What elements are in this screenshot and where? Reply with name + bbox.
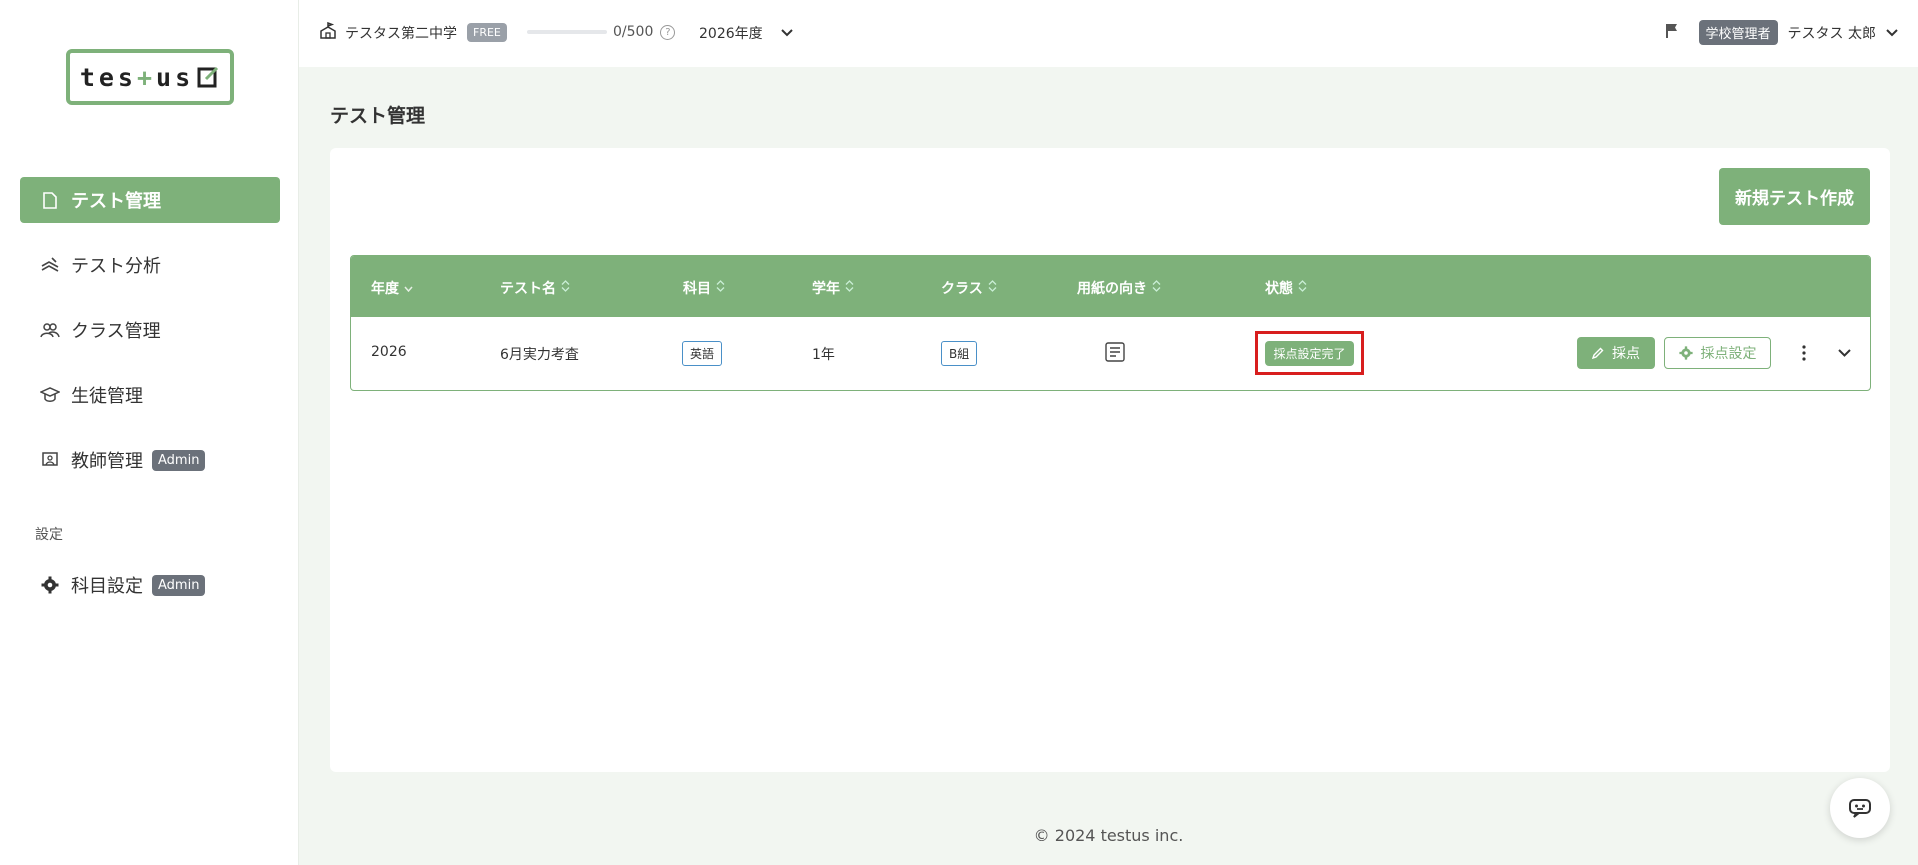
- column-label: クラス: [941, 281, 983, 297]
- cell-test-name: 6月実力考査: [500, 347, 579, 363]
- graduation-cap-icon: [40, 385, 60, 405]
- class-tag: B組: [941, 341, 978, 366]
- cell-year: 2026: [371, 344, 407, 360]
- document-icon: [40, 190, 60, 210]
- sort-icon: [845, 280, 854, 296]
- admin-badge: Admin: [152, 449, 206, 471]
- sidebar-item-test-management[interactable]: テスト管理: [20, 177, 280, 223]
- school-info: テスタス第二中学 FREE: [319, 21, 507, 43]
- gear-icon: [1678, 346, 1693, 360]
- test-table: 年度 テスト名 科目 学年 クラス 用紙の向き 状態 2026 6月実力考査 英…: [350, 255, 1871, 391]
- chevron-down-icon[interactable]: [1886, 25, 1898, 41]
- sidebar-item-student-management[interactable]: 生徒管理: [20, 372, 280, 418]
- column-label: 科目: [683, 281, 711, 297]
- logo-text-left: tes: [79, 62, 137, 92]
- column-header-status[interactable]: 状態: [1265, 278, 1307, 298]
- sidebar-item-label: 科目設定: [71, 576, 143, 597]
- column-label: 用紙の向き: [1077, 281, 1147, 297]
- table-header: 年度 テスト名 科目 学年 クラス 用紙の向き 状態: [351, 256, 1870, 317]
- year-select[interactable]: 2026年度: [699, 23, 793, 43]
- chat-support-button[interactable]: [1830, 778, 1890, 838]
- school-name: テスタス第二中学: [345, 25, 457, 42]
- column-label: 状態: [1265, 281, 1293, 297]
- column-header-class[interactable]: クラス: [941, 278, 997, 298]
- sidebar: tes + us テスト管理 テスト分析 クラス管理 生徒管理 教師管理 Admin…: [0, 0, 299, 865]
- status-badge: 採点設定完了: [1265, 340, 1354, 366]
- gear-icon: [40, 575, 60, 595]
- new-test-button[interactable]: 新規テスト作成: [1719, 168, 1870, 225]
- grading-settings-button[interactable]: 採点設定: [1664, 337, 1771, 369]
- column-label: 年度: [371, 281, 399, 297]
- sidebar-item-label: テスト分析: [71, 256, 161, 277]
- sidebar-item-class-management[interactable]: クラス管理: [20, 307, 280, 353]
- flag-icon[interactable]: [1665, 23, 1679, 43]
- column-header-grade[interactable]: 学年: [812, 278, 854, 298]
- usage-bar: [527, 30, 607, 34]
- school-icon: [319, 21, 337, 43]
- content-card: [330, 148, 1890, 772]
- portrait-paper-icon: [1105, 342, 1125, 362]
- sidebar-item-label: テスト管理: [71, 191, 161, 212]
- header-user-area: 学校管理者 テスタス 太郎: [1665, 20, 1898, 45]
- sort-desc-icon: [404, 280, 413, 296]
- usage-count: 0/500: [613, 24, 654, 40]
- help-icon[interactable]: ?: [660, 24, 676, 40]
- plan-badge: FREE: [467, 23, 507, 42]
- cell-subject: 英語: [682, 341, 723, 366]
- year-select-value: 2026年度: [699, 26, 763, 42]
- column-header-orientation[interactable]: 用紙の向き: [1077, 278, 1161, 298]
- cell-class: B組: [941, 341, 978, 366]
- pencil-icon: [1592, 347, 1604, 359]
- admin-badge: Admin: [152, 574, 206, 596]
- user-name[interactable]: テスタス 太郎: [1788, 23, 1876, 43]
- usage-meter: 0/500 ?: [527, 24, 676, 40]
- sidebar-item-teacher-management[interactable]: 教師管理 Admin: [20, 437, 280, 483]
- role-badge: 学校管理者: [1698, 20, 1778, 45]
- sidebar-item-label: 生徒管理: [71, 386, 143, 407]
- chat-bot-icon: [1849, 799, 1871, 818]
- column-label: 学年: [812, 281, 840, 297]
- sidebar-item-label: 教師管理: [71, 451, 143, 472]
- teacher-board-icon: [40, 450, 60, 470]
- column-header-subject[interactable]: 科目: [683, 278, 725, 298]
- sort-icon: [1152, 280, 1161, 296]
- column-header-test-name[interactable]: テスト名: [500, 278, 570, 298]
- logo-text-right: us: [156, 62, 195, 92]
- column-header-year[interactable]: 年度: [371, 278, 413, 298]
- logo-edit-icon: [197, 66, 219, 88]
- status-highlight: 採点設定完了: [1255, 331, 1364, 375]
- sort-icon: [716, 280, 725, 296]
- footer-copyright: © 2024 testus inc.: [1033, 826, 1184, 845]
- sidebar-item-label: クラス管理: [71, 321, 161, 342]
- settings-section-label: 設定: [35, 527, 63, 543]
- logo-plus: +: [136, 62, 157, 92]
- top-header: テスタス第二中学 FREE 0/500 ? 2026年度 学校管理者 テスタス …: [299, 0, 1918, 67]
- sort-icon: [561, 280, 570, 296]
- sidebar-item-subject-settings[interactable]: 科目設定 Admin: [20, 562, 280, 608]
- grade-button-label: 採点: [1612, 345, 1640, 361]
- chevron-down-icon: [780, 25, 793, 41]
- users-icon: [40, 320, 60, 340]
- testus-logo[interactable]: tes + us: [66, 49, 234, 105]
- analysis-icon: [40, 255, 60, 275]
- page-title: テスト管理: [330, 105, 426, 127]
- grade-button[interactable]: 採点: [1577, 337, 1655, 369]
- cell-grade: 1年: [812, 347, 835, 363]
- subject-tag: 英語: [682, 341, 723, 366]
- sort-icon: [1298, 280, 1307, 296]
- grading-settings-label: 採点設定: [1700, 345, 1757, 361]
- sidebar-item-test-analysis[interactable]: テスト分析: [20, 242, 280, 288]
- column-label: テスト名: [500, 281, 556, 297]
- chevron-down-icon[interactable]: [1834, 343, 1854, 363]
- more-options-icon[interactable]: [1794, 341, 1814, 365]
- sort-icon: [988, 280, 997, 296]
